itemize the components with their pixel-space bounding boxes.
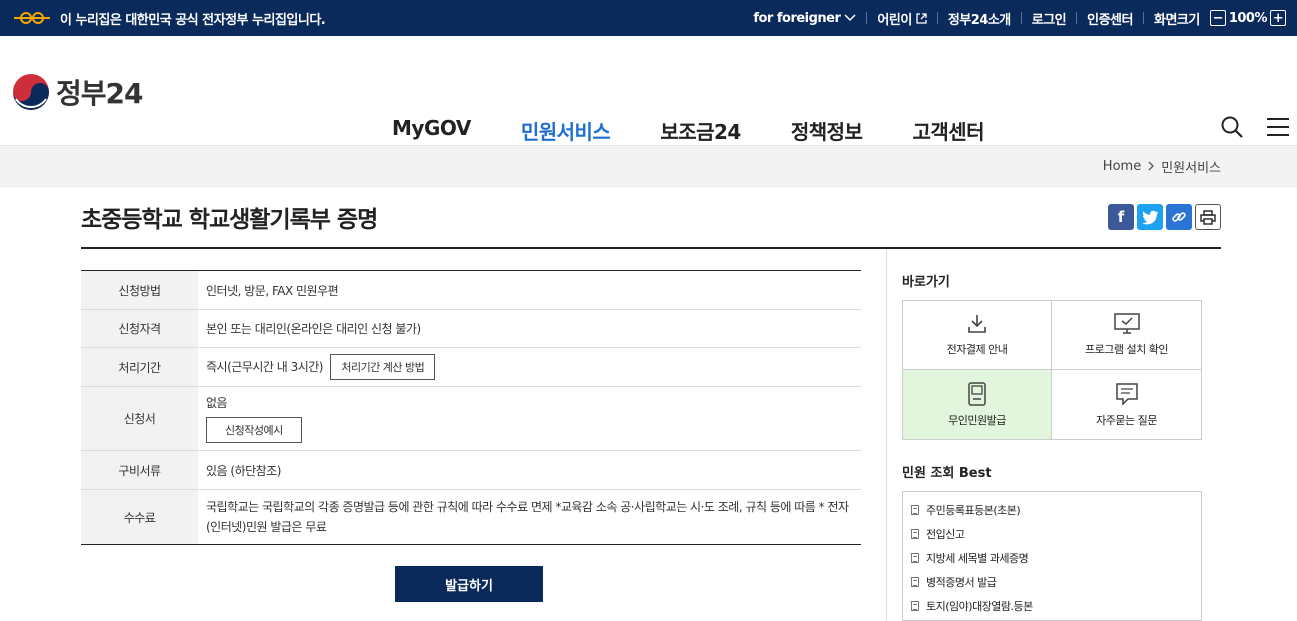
zoom-in-button[interactable]: + xyxy=(1270,10,1286,26)
brand-name: 정부24 xyxy=(56,77,143,110)
divider xyxy=(1076,12,1078,24)
document-icon xyxy=(911,553,919,563)
period-calc-button[interactable]: 처리기간 계산 방법 xyxy=(330,354,436,380)
site-header: 정부24 MyGOV 민원서비스 보조금24 정책정보 고객센터 xyxy=(0,36,1297,146)
sidebar: 바로가기 전자결제 안내 프로그램 설치 확인 무인민원발급 자주묻는 질문 민… xyxy=(887,249,1221,621)
chevron-down-icon xyxy=(844,14,856,22)
best-title: 민원 조회 Best xyxy=(902,466,992,481)
monitor-check-icon xyxy=(1113,313,1140,334)
page-title: 초중등학교 학교생활기록부 증명 xyxy=(81,207,378,233)
list-item[interactable]: 지방세 세목별 과세증명 xyxy=(911,546,1193,570)
eligibility-value: 본인 또는 대리인(온라인은 대리인 신청 불가) xyxy=(206,322,421,336)
nav-subsidy24[interactable]: 보조금24 xyxy=(660,116,741,145)
nav-customer-center[interactable]: 고객센터 xyxy=(912,116,984,145)
facebook-icon[interactable]: f xyxy=(1108,204,1134,230)
main-content: 초중등학교 학교생활기록부 증명 f 신청방법 인터넷, 방문, FAX 민원우… xyxy=(81,187,1221,621)
cert-center-link[interactable]: 인증센터 xyxy=(1087,9,1133,28)
document-icon xyxy=(911,601,919,611)
eligibility-label: 신청자격 xyxy=(81,309,198,348)
table-row: 처리기간 즉시(근무시간 내 3시간) 처리기간 계산 방법 xyxy=(81,347,861,387)
divider xyxy=(936,12,938,24)
quick-kiosk[interactable]: 무인민원발급 xyxy=(903,370,1052,439)
screen-size-label: 화면크기 xyxy=(1153,12,1200,28)
for-foreigner-link[interactable]: for foreigner xyxy=(753,11,856,26)
list-item[interactable]: 주민등록표등본(초본) xyxy=(911,498,1193,522)
login-link[interactable]: 로그인 xyxy=(1032,9,1067,28)
breadcrumb: Home 민원서비스 xyxy=(0,146,1297,187)
table-row: 신청방법 인터넷, 방문, FAX 민원우편 xyxy=(81,270,861,310)
quick-epayment[interactable]: 전자결제 안내 xyxy=(903,301,1052,370)
search-icon[interactable] xyxy=(1221,116,1243,138)
taegeuk-icon xyxy=(13,74,49,110)
nav-mygov[interactable]: MyGOV xyxy=(392,116,471,145)
copy-link-icon[interactable] xyxy=(1166,204,1192,230)
divider xyxy=(1020,12,1022,24)
divider xyxy=(866,12,868,24)
document-icon xyxy=(911,505,919,515)
main-nav: MyGOV 민원서비스 보조금24 정책정보 고객센터 xyxy=(392,116,985,145)
list-item[interactable]: 병적증명서 발급 xyxy=(911,570,1193,594)
chevron-right-icon xyxy=(1148,161,1155,171)
method-value: 인터넷, 방문, FAX 민원우편 xyxy=(206,283,339,298)
quick-faq[interactable]: 자주묻는 질문 xyxy=(1052,370,1201,439)
quick-links: 전자결제 안내 프로그램 설치 확인 무인민원발급 자주묻는 질문 xyxy=(902,300,1202,440)
share-tools: f xyxy=(1108,204,1221,230)
docs-value: 있음 (하단참조) xyxy=(206,463,281,478)
kids-link[interactable]: 어린이 xyxy=(877,9,927,28)
table-row: 신청자격 본인 또는 대리인(온라인은 대리인 신청 불가) xyxy=(81,309,861,348)
list-item[interactable]: 토지(임야)대장열람.등본 xyxy=(911,594,1193,618)
gov-official-banner: 이 누리집은 대한민국 공식 전자정부 누리집입니다. for foreigne… xyxy=(0,0,1297,36)
quick-program-check[interactable]: 프로그램 설치 확인 xyxy=(1052,301,1201,370)
gov-emblem-icon xyxy=(12,11,52,25)
breadcrumb-current[interactable]: 민원서비스 xyxy=(1161,157,1221,176)
form-example-button[interactable]: 신청작성예시 xyxy=(206,417,302,443)
external-link-icon xyxy=(916,12,927,24)
best-list: 주민등록표등본(초본) 전입신고 지방세 세목별 과세증명 병적증명서 발급 토… xyxy=(902,491,1202,621)
gov24-logo[interactable]: 정부24 xyxy=(12,72,143,112)
period-label: 처리기간 xyxy=(81,347,198,387)
menu-icon[interactable] xyxy=(1267,117,1289,137)
breadcrumb-home[interactable]: Home xyxy=(1103,159,1141,174)
service-info-table: 신청방법 인터넷, 방문, FAX 민원우편 신청자격 본인 또는 대리인(온라… xyxy=(81,270,861,545)
about-gov24-link[interactable]: 정부24소개 xyxy=(948,9,1011,28)
document-icon xyxy=(911,529,919,539)
table-row: 신청서 없음 신청작성예시 xyxy=(81,386,861,451)
fee-label: 수수료 xyxy=(81,489,198,545)
table-row: 수수료 국립학교는 국립학교의 각종 증명발급 등에 관한 규칙에 따라 수수료… xyxy=(81,489,861,545)
docs-label: 구비서류 xyxy=(81,450,198,490)
table-row: 구비서류 있음 (하단참조) xyxy=(81,450,861,490)
zoom-out-button[interactable]: − xyxy=(1209,10,1226,26)
zoom-level: 100% xyxy=(1228,10,1268,26)
list-item[interactable]: 전입신고 xyxy=(911,522,1193,546)
form-value: 없음 xyxy=(206,396,228,410)
download-icon xyxy=(968,315,986,333)
kiosk-icon xyxy=(968,381,986,406)
quick-links-title: 바로가기 xyxy=(902,275,950,290)
document-icon xyxy=(911,577,919,587)
method-label: 신청방법 xyxy=(81,270,198,310)
nav-civil-service[interactable]: 민원서비스 xyxy=(521,116,611,145)
period-value: 즉시(근무시간 내 3시간) xyxy=(206,360,324,374)
nav-policy-info[interactable]: 정책정보 xyxy=(791,116,863,145)
divider xyxy=(1142,12,1144,24)
print-icon[interactable] xyxy=(1195,204,1221,230)
issue-button[interactable]: 발급하기 xyxy=(395,566,543,602)
twitter-icon[interactable] xyxy=(1137,204,1163,230)
fee-value: 국립학교는 국립학교의 각종 증명발급 등에 관한 규칙에 따라 수수료 면제 … xyxy=(206,500,849,534)
chat-bubble-icon xyxy=(1115,382,1138,406)
gov-notice-text: 이 누리집은 대한민국 공식 전자정부 누리집입니다. xyxy=(60,12,326,28)
form-label: 신청서 xyxy=(81,386,198,451)
